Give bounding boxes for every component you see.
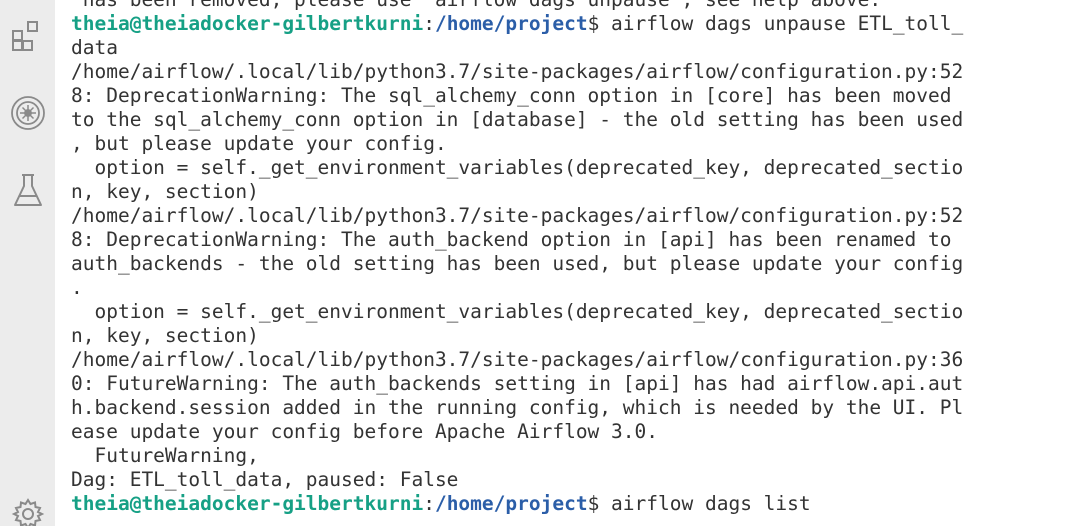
settings-button[interactable] [0, 494, 55, 526]
terminal-output-line: data [71, 36, 118, 59]
terminal-prompt-line: theia@theiadocker-gilbertkurni:/home/pro… [71, 492, 963, 516]
extensions-button[interactable] [0, 12, 55, 62]
extensions-icon [10, 19, 46, 55]
prompt-path: /home/project [434, 492, 588, 515]
settings-gear-icon [11, 497, 45, 526]
terminal-output-line: has been removed, please use `airflow da… [71, 0, 963, 12]
terminal-output-line: /home/airflow/.local/lib/python3.7/site-… [71, 204, 964, 227]
airflow-icon [9, 94, 47, 132]
prompt-user: theia@theiadocker-gilbertkurni [71, 12, 424, 35]
terminal-output-line: auth_backends - the old setting has been… [71, 252, 964, 275]
terminal-output-line: Dag: ETL_toll_data, paused: False [71, 468, 459, 491]
terminal-output-line: 8: DeprecationWarning: The sql_alchemy_c… [71, 84, 952, 107]
prompt-path: /home/project [434, 12, 588, 35]
terminal-output-line: n, key, section) [71, 180, 259, 203]
terminal-output-line: 8: DeprecationWarning: The auth_backend … [71, 228, 952, 251]
terminal-output-line: . [71, 276, 83, 299]
flask-icon [12, 172, 44, 210]
terminal-output-line: 0: FutureWarning: The auth_backends sett… [71, 372, 964, 395]
ide-window: has been removed, please use `airflow da… [0, 0, 1079, 526]
terminal-output-line: ease update your config before Apache Ai… [71, 420, 658, 443]
terminal-output: has been removed, please use `airflow da… [71, 0, 963, 516]
terminal-output-line: h.backend.session added in the running c… [71, 396, 964, 419]
panel-gap [55, 0, 63, 526]
terminal-output-line: option = self._get_environment_variables… [71, 300, 964, 323]
prompt-colon: : [423, 492, 435, 515]
terminal-output-line: /home/airflow/.local/lib/python3.7/site-… [71, 348, 964, 371]
terminal-output-line: option = self._get_environment_variables… [71, 156, 964, 179]
terminal-output-line: /home/airflow/.local/lib/python3.7/site-… [71, 60, 964, 83]
prompt-command: $ airflow dags list [587, 492, 811, 515]
airflow-button[interactable] [0, 88, 55, 138]
terminal-panel[interactable]: has been removed, please use `airflow da… [63, 0, 1079, 526]
terminal-output-line: , but please update your config. [71, 132, 447, 155]
terminal-prompt-line: theia@theiadocker-gilbertkurni:/home/pro… [71, 12, 963, 36]
activity-bar [0, 0, 55, 526]
terminal-output-line: FutureWarning, [71, 444, 259, 467]
flask-button[interactable] [0, 166, 55, 216]
prompt-command: $ airflow dags unpause ETL_toll_ [587, 12, 964, 35]
prompt-colon: : [423, 12, 435, 35]
terminal-output-line: to the sql_alchemy_conn option in [datab… [71, 108, 964, 131]
terminal-output-line: n, key, section) [71, 324, 259, 347]
prompt-user: theia@theiadocker-gilbertkurni [71, 492, 424, 515]
